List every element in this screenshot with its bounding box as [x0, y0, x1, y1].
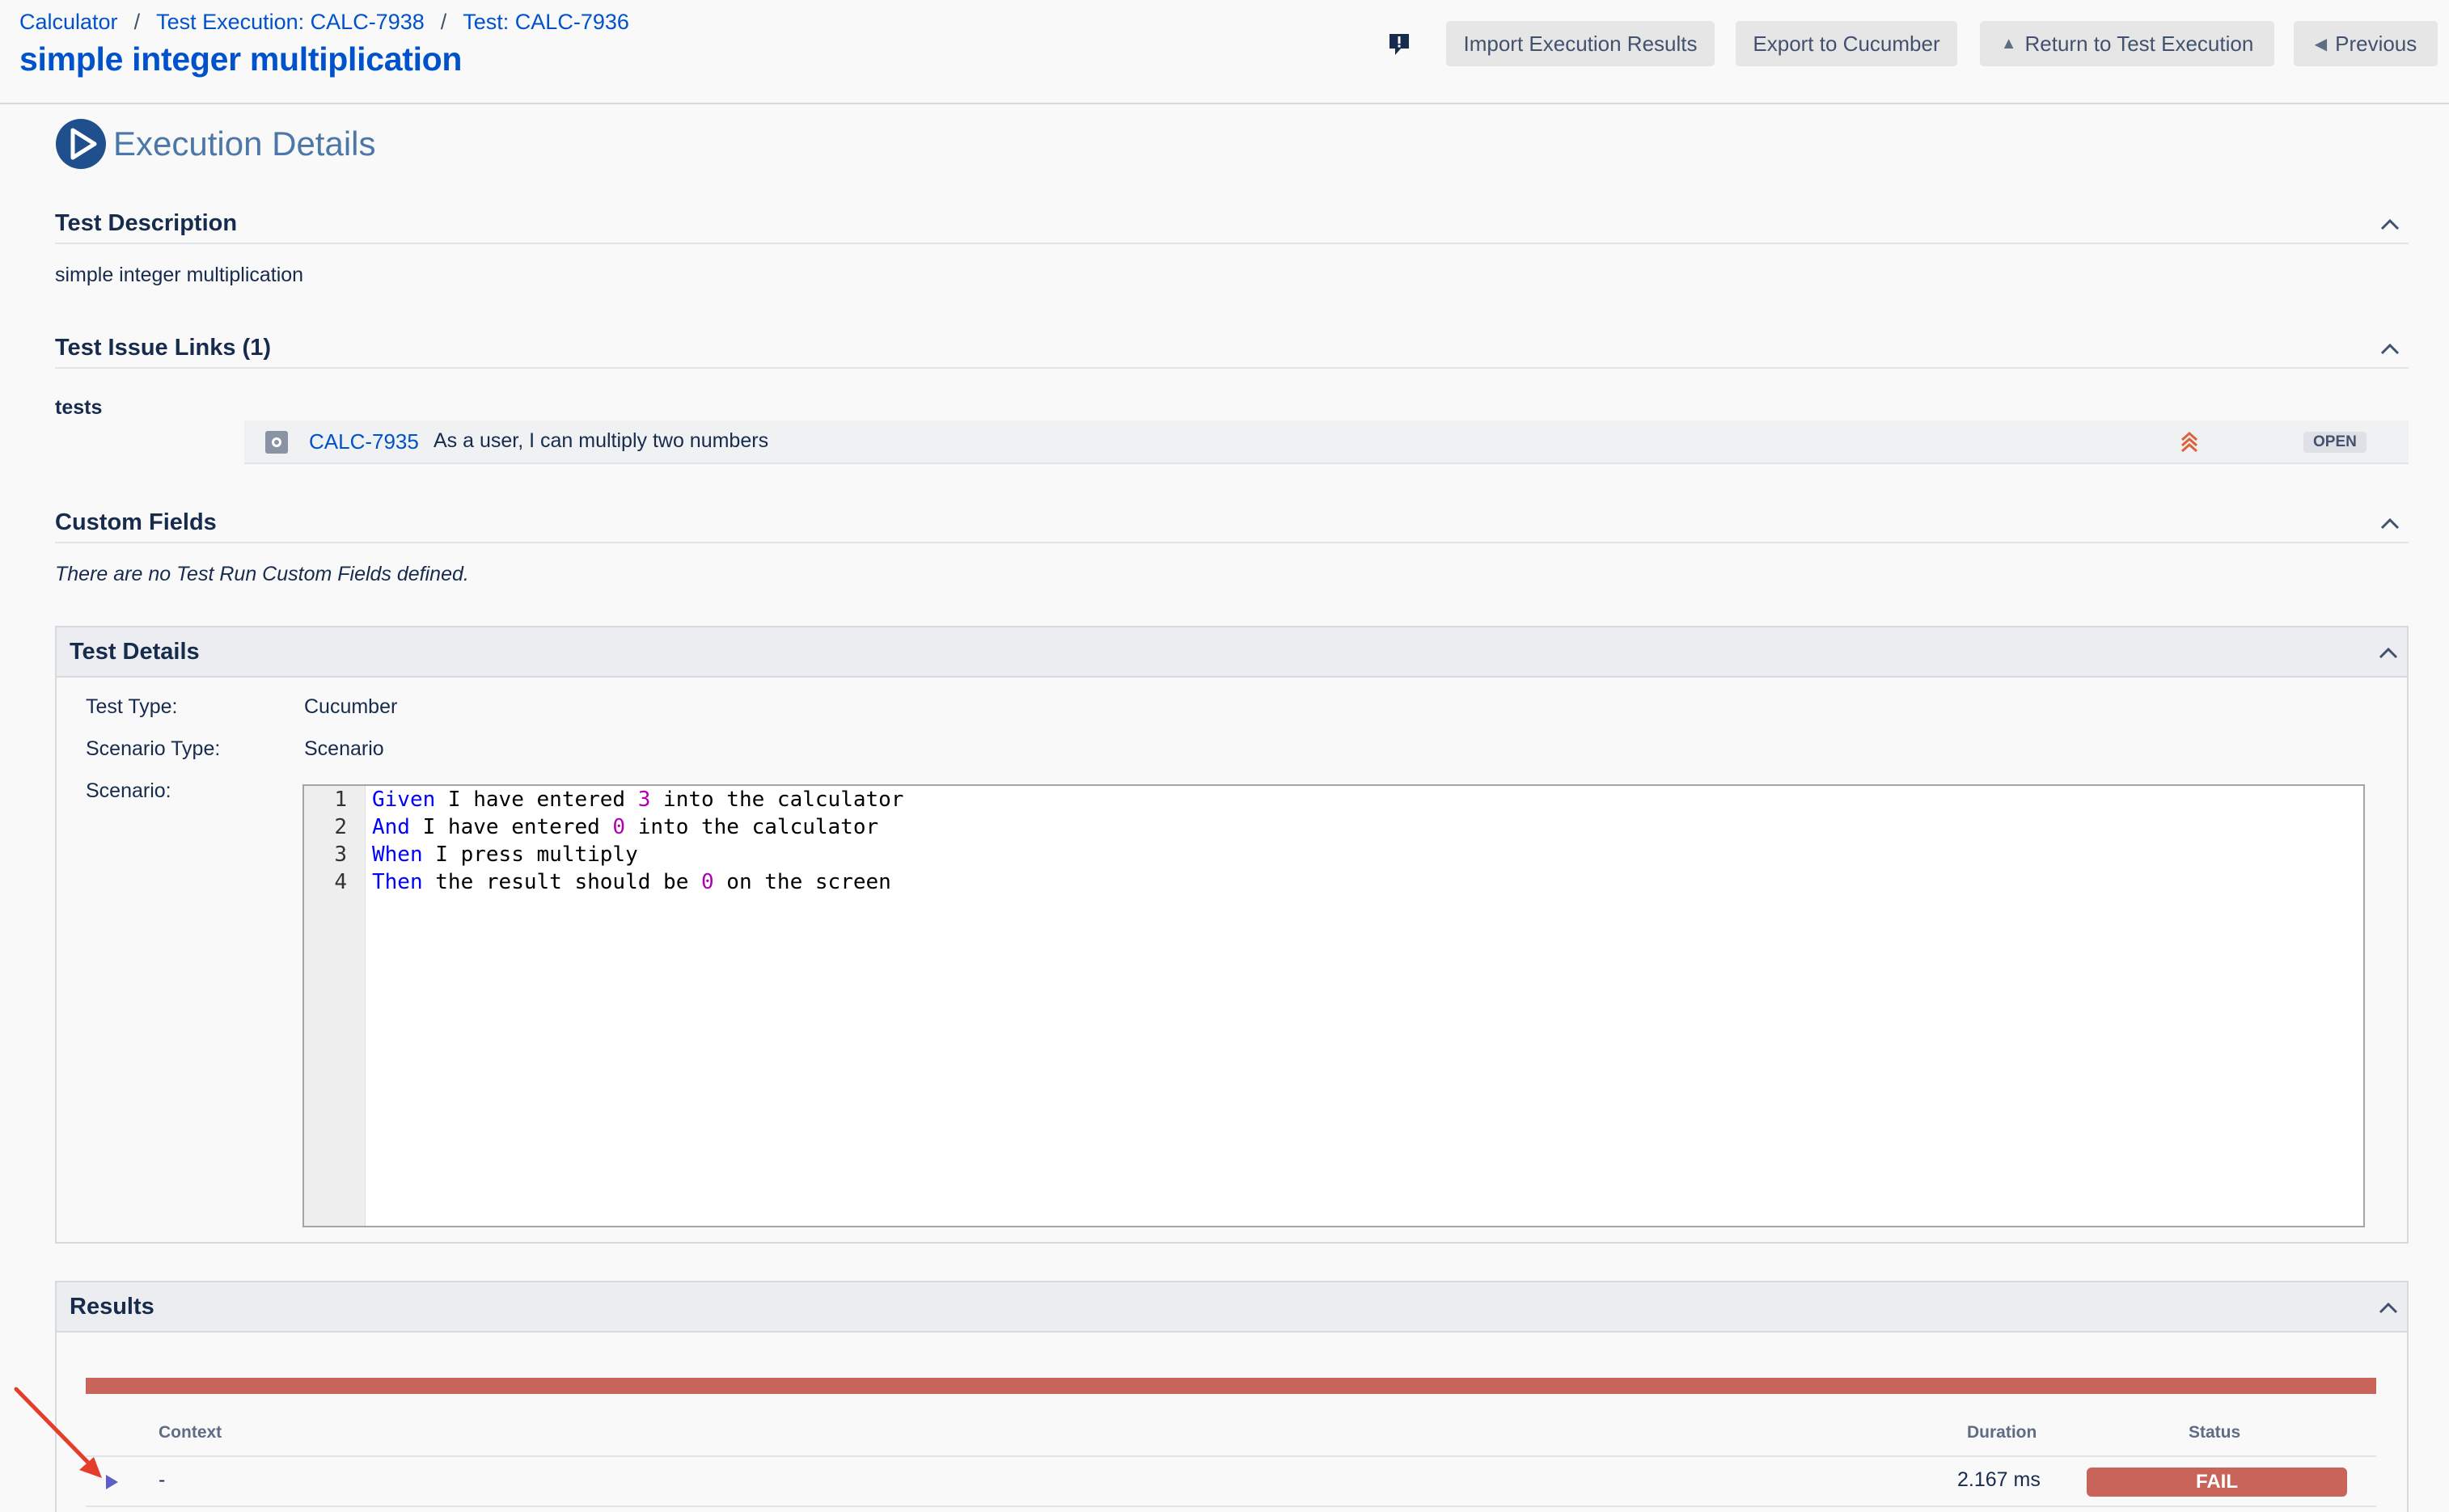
issue-status-badge: OPEN: [2303, 432, 2367, 453]
scenario-type-label: Scenario Type:: [86, 737, 221, 760]
breadcrumb: Calculator / Test Execution: CALC-7938 /…: [19, 10, 629, 35]
test-details-header[interactable]: Test Details: [57, 627, 2407, 678]
scenario-type-value: Scenario: [304, 737, 384, 760]
test-type-label: Test Type:: [86, 695, 178, 718]
import-button-label: Import Execution Results: [1463, 31, 1698, 56]
line-number: 1: [334, 788, 347, 812]
step-number: 0: [701, 870, 714, 894]
triangle-up-icon: ▲: [2000, 34, 2017, 53]
triangle-left-icon: ◀: [2314, 35, 2328, 53]
annotation-arrow-icon: [14, 1387, 102, 1478]
issue-summary: As a user, I can multiply two numbers: [434, 429, 769, 452]
custom-fields-title: Custom Fields: [55, 509, 217, 535]
export-to-cucumber-button[interactable]: Export to Cucumber: [1736, 21, 1957, 66]
return-to-test-execution-button[interactable]: ▲ Return to Test Execution: [1980, 21, 2274, 66]
results-panel: Results: [55, 1281, 2409, 1512]
test-type-value: Cucumber: [304, 695, 398, 718]
issue-type-icon: [265, 431, 288, 454]
test-description-title: Test Description: [55, 210, 238, 236]
chevron-up-icon[interactable]: [2378, 1300, 2399, 1316]
step-number: 3: [637, 788, 651, 812]
column-header-duration: Duration: [1967, 1423, 2037, 1442]
line-number: 3: [334, 843, 347, 867]
issue-link-row[interactable]: CALC-7935 As a user, I can multiply two …: [244, 420, 2409, 464]
test-issue-links-title: Test Issue Links (1): [55, 335, 271, 361]
step-text: into the calculator: [650, 788, 904, 812]
custom-fields-header[interactable]: Custom Fields: [55, 509, 2409, 543]
scenario-code-editor[interactable]: 1 2 3 4 Given I have entered 3 into the …: [302, 784, 2365, 1227]
chevron-up-icon[interactable]: [2379, 217, 2400, 233]
custom-fields-empty-text: There are no Test Run Custom Fields defi…: [55, 563, 469, 585]
return-button-label: Return to Test Execution: [2024, 31, 2254, 56]
gherkin-keyword: When: [372, 843, 423, 867]
code-line: Then the result should be 0 on the scree…: [372, 870, 891, 894]
import-execution-results-button[interactable]: Import Execution Results: [1446, 21, 1715, 66]
play-circle-icon: [56, 119, 106, 169]
breadcrumb-test[interactable]: Test: CALC-7936: [463, 10, 629, 35]
result-status-bar: [86, 1378, 2376, 1394]
issue-key-link[interactable]: CALC-7935: [309, 429, 419, 454]
table-divider: [86, 1506, 2376, 1507]
test-details-title: Test Details: [70, 639, 200, 665]
code-line: Given I have entered 3 into the calculat…: [372, 788, 903, 812]
step-number: 0: [612, 815, 626, 839]
breadcrumb-project[interactable]: Calculator: [19, 10, 118, 35]
step-text: on the screen: [713, 870, 891, 894]
line-number: 2: [334, 815, 347, 839]
results-title: Results: [70, 1294, 154, 1320]
page-header: Calculator / Test Execution: CALC-7938 /…: [0, 0, 2449, 104]
priority-highest-icon: [2181, 431, 2197, 453]
results-header[interactable]: Results: [57, 1282, 2407, 1333]
code-line: When I press multiply: [372, 843, 638, 867]
test-description-text: simple integer multiplication: [55, 264, 304, 286]
line-number-gutter: 1 2 3 4: [304, 786, 366, 1226]
previous-button-label: Previous: [2335, 31, 2417, 56]
result-status-badge: FAIL: [2087, 1468, 2347, 1497]
export-button-label: Export to Cucumber: [1753, 31, 1940, 56]
test-description-header[interactable]: Test Description: [55, 210, 2409, 244]
breadcrumb-separator: /: [440, 10, 447, 34]
chevron-up-icon[interactable]: [2379, 341, 2400, 357]
step-text: the result should be: [422, 870, 701, 894]
feedback-icon[interactable]: [1388, 32, 1411, 57]
gherkin-keyword: Then: [372, 870, 423, 894]
execution-details-heading: Execution Details: [55, 118, 376, 170]
line-number: 4: [334, 870, 347, 894]
gherkin-keyword: And: [372, 815, 410, 839]
gherkin-keyword: Given: [372, 788, 436, 812]
step-text: I have entered: [435, 788, 638, 812]
result-context: -: [159, 1468, 166, 1491]
column-header-context: Context: [159, 1423, 222, 1442]
step-text: I press multiply: [422, 843, 638, 867]
table-divider: [86, 1455, 2376, 1457]
chevron-up-icon[interactable]: [2379, 516, 2400, 532]
step-text: into the calculator: [625, 815, 879, 839]
breadcrumb-test-execution[interactable]: Test Execution: CALC-7938: [156, 10, 425, 35]
column-header-status: Status: [2189, 1423, 2241, 1442]
breadcrumb-separator: /: [133, 10, 141, 34]
previous-button[interactable]: ◀ Previous: [2294, 21, 2438, 66]
page-title[interactable]: simple integer multiplication: [19, 40, 462, 78]
test-issue-links-header[interactable]: Test Issue Links (1): [55, 335, 2409, 369]
step-text: I have entered: [409, 815, 613, 839]
scenario-label: Scenario:: [86, 779, 171, 802]
link-relation-label: tests: [55, 396, 103, 419]
code-line: And I have entered 0 into the calculator: [372, 815, 878, 839]
result-duration: 2.167 ms: [1957, 1468, 2041, 1491]
execution-details-title: Execution Details: [113, 125, 376, 163]
chevron-up-icon[interactable]: [2378, 645, 2399, 661]
